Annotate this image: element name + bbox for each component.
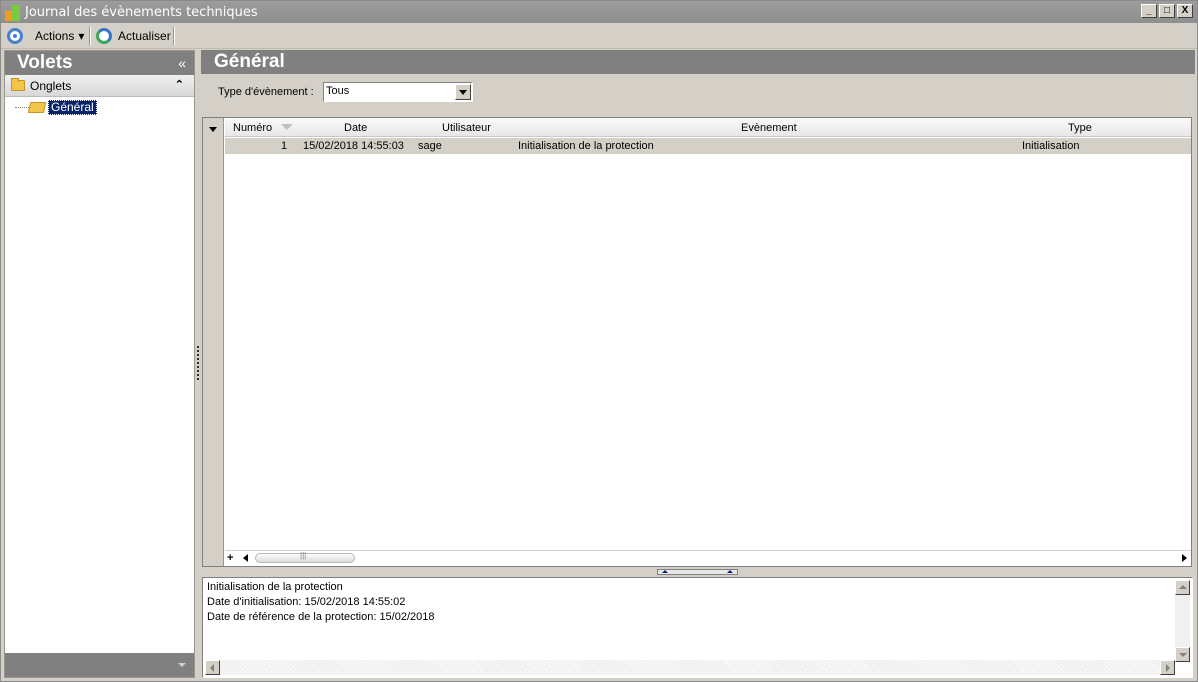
event-type-select[interactable]: Tous: [323, 82, 473, 102]
detail-line: Date de référence de la protection: 15/0…: [207, 611, 435, 623]
panes-sidebar: Volets « Onglets ⌃ Général: [4, 50, 195, 678]
toolbar-separator: [89, 27, 91, 45]
event-journal-window: Journal des évènements techniques _ □ X …: [0, 0, 1198, 682]
actions-label: Actions: [35, 29, 75, 43]
chevron-up-icon: [727, 570, 733, 573]
scroll-left-icon[interactable]: [243, 554, 248, 562]
chevron-down-icon: ▾: [78, 29, 85, 43]
refresh-label: Actualiser: [118, 29, 171, 43]
title-bar[interactable]: Journal des évènements techniques _ □ X: [1, 1, 1197, 23]
maximize-button[interactable]: □: [1159, 4, 1175, 18]
tree-item-label: Général: [48, 99, 97, 115]
column-header-utilisateur[interactable]: Utilisateur: [442, 122, 491, 134]
page-title: Général: [201, 50, 1195, 74]
window-title: Journal des évènements techniques: [25, 5, 258, 20]
column-header-type[interactable]: Type: [1068, 122, 1092, 134]
scroll-right-icon[interactable]: [1160, 660, 1175, 675]
cell-type: Initialisation: [1022, 140, 1080, 152]
event-type-label: Type d'évènement :: [218, 86, 314, 98]
event-type-value: Tous: [326, 85, 350, 97]
app-icon: [5, 5, 21, 21]
cell-evenement: Initialisation de la protection: [518, 140, 654, 152]
event-detail-text[interactable]: Initialisation de la protection Date d'i…: [202, 577, 1193, 678]
refresh-button[interactable]: Actualiser: [96, 26, 171, 46]
panes-footer[interactable]: [5, 653, 194, 677]
tree-item-general[interactable]: Général: [15, 99, 97, 115]
cell-date: 15/02/2018 14:55:03: [303, 140, 404, 152]
table-row[interactable]: 1 15/02/2018 14:55:03 sage Initialisatio…: [225, 138, 1191, 154]
panes-title: Volets: [17, 52, 73, 73]
actions-icon: [7, 28, 23, 44]
column-header-evenement[interactable]: Evènement: [741, 122, 797, 134]
detail-vertical-scrollbar[interactable]: [1175, 580, 1190, 662]
scroll-up-icon[interactable]: [1175, 580, 1190, 595]
scroll-down-icon[interactable]: [1175, 647, 1190, 662]
column-header-date[interactable]: Date: [344, 122, 367, 134]
filter-bar: Type d'évènement : Tous: [201, 74, 1195, 116]
collapse-panes-icon[interactable]: «: [178, 51, 186, 75]
chevron-down-icon[interactable]: [455, 84, 471, 100]
detail-horizontal-scrollbar[interactable]: [205, 660, 1175, 675]
detail-line: Initialisation de la protection: [207, 581, 343, 593]
toolbar: Actions ▾ Actualiser: [1, 23, 1197, 49]
detail-line: Date d'initialisation: 15/02/2018 14:55:…: [207, 596, 406, 608]
close-button[interactable]: X: [1177, 4, 1193, 18]
cell-utilisateur: sage: [418, 140, 442, 152]
grid-header: Numéro Date Utilisateur Evènement Type: [225, 118, 1191, 137]
tabs-section-header[interactable]: Onglets ⌃: [5, 75, 194, 97]
cell-numero: 1: [281, 140, 288, 152]
grid-horizontal-scrollbar[interactable]: +: [225, 550, 1191, 565]
chevron-up-icon: [662, 570, 668, 573]
scroll-right-icon[interactable]: [1182, 554, 1187, 562]
scroll-left-icon[interactable]: [205, 660, 220, 675]
minimize-button[interactable]: _: [1141, 4, 1157, 18]
actions-menu-icon-wrap[interactable]: [7, 26, 23, 46]
column-chooser-icon[interactable]: [209, 127, 217, 132]
tree-connector: [15, 106, 29, 108]
grid-row-indicator: [203, 118, 224, 566]
scroll-thumb[interactable]: [255, 551, 355, 563]
events-grid: Numéro Date Utilisateur Evènement Type 1…: [202, 117, 1192, 567]
folder-icon: [11, 78, 25, 91]
add-row-icon[interactable]: +: [227, 552, 233, 564]
column-header-numero[interactable]: Numéro: [233, 122, 272, 134]
window-controls: _ □ X: [1141, 4, 1193, 18]
chevron-up-icon[interactable]: ⌃: [175, 78, 184, 91]
vertical-splitter-grip[interactable]: [197, 346, 199, 380]
sort-descending-icon: [281, 124, 293, 130]
toolbar-separator: [173, 27, 175, 45]
open-folder-icon: [27, 101, 47, 113]
chevron-down-icon: [178, 663, 186, 667]
actions-menu-button[interactable]: Actions ▾: [35, 26, 84, 46]
panes-header: Volets «: [5, 51, 194, 75]
refresh-icon: [96, 28, 112, 44]
horizontal-splitter[interactable]: [657, 569, 738, 575]
tabs-section-label: Onglets: [30, 78, 72, 93]
